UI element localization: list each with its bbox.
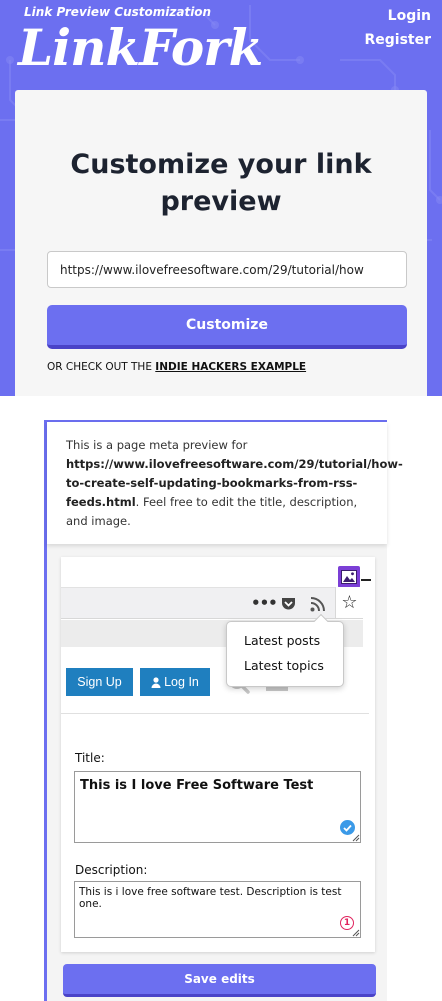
nav-register-link[interactable]: Register bbox=[364, 32, 431, 48]
log-in-label: Log In bbox=[164, 675, 199, 689]
user-icon bbox=[151, 676, 161, 688]
image-edge-line bbox=[361, 579, 371, 581]
ellipsis-icon[interactable]: ••• bbox=[251, 594, 278, 612]
divider bbox=[61, 713, 369, 714]
dropdown-item-latest-posts[interactable]: Latest posts bbox=[244, 633, 320, 648]
warning-icon: 1 bbox=[340, 916, 354, 930]
nav-login-link[interactable]: Login bbox=[388, 8, 431, 24]
title-label: Title: bbox=[75, 751, 105, 765]
warning-count: 1 bbox=[343, 918, 351, 928]
star-icon[interactable]: ☆ bbox=[335, 587, 363, 618]
preview-panel: This is a page meta preview for https://… bbox=[44, 420, 403, 1001]
customize-card: Customize your link preview Customize OR… bbox=[15, 90, 427, 396]
pocket-icon[interactable] bbox=[281, 597, 296, 611]
checkout-text: OR CHECK OUT THE INDIE HACKERS EXAMPLE bbox=[47, 361, 306, 373]
resize-handle[interactable] bbox=[352, 929, 360, 937]
meta-intro: This is a page meta preview for bbox=[66, 438, 248, 452]
checkout-prefix: OR CHECK OUT THE bbox=[47, 361, 156, 373]
sign-up-button[interactable]: Sign Up bbox=[66, 668, 133, 696]
url-input[interactable] bbox=[47, 251, 407, 288]
description-label: Description: bbox=[75, 863, 148, 877]
image-icon bbox=[341, 570, 357, 584]
log-in-button[interactable]: Log In bbox=[140, 668, 210, 696]
indie-hackers-example-link[interactable]: INDIE HACKERS EXAMPLE bbox=[155, 361, 306, 373]
check-icon bbox=[340, 820, 355, 835]
dropdown-item-latest-topics[interactable]: Latest topics bbox=[244, 658, 324, 673]
save-edits-button[interactable]: Save edits bbox=[63, 964, 376, 997]
browser-toolbar: ••• bbox=[61, 587, 363, 619]
page-title: Customize your link preview bbox=[70, 149, 372, 217]
resize-handle[interactable] bbox=[352, 834, 360, 842]
meta-preview-info: This is a page meta preview for https://… bbox=[47, 422, 403, 544]
check-glyph bbox=[343, 824, 352, 832]
hero-section: Link Preview Customization LinkFork Logi… bbox=[0, 0, 442, 396]
rss-dropdown: Latest posts Latest topics bbox=[226, 613, 344, 687]
brand-tagline: Link Preview Customization bbox=[24, 5, 212, 19]
brand-logo[interactable]: LinkFork bbox=[18, 18, 263, 78]
description-field[interactable]: This is i love free software test. Descr… bbox=[74, 881, 361, 938]
preview-card: ••• ☆ Latest posts Latest topics Sign Up bbox=[61, 557, 375, 952]
rss-icon[interactable] bbox=[309, 595, 327, 613]
customize-button[interactable]: Customize bbox=[47, 305, 407, 349]
image-edit-icon[interactable] bbox=[338, 566, 360, 588]
title-field[interactable]: This is I love Free Software Test bbox=[74, 771, 361, 843]
